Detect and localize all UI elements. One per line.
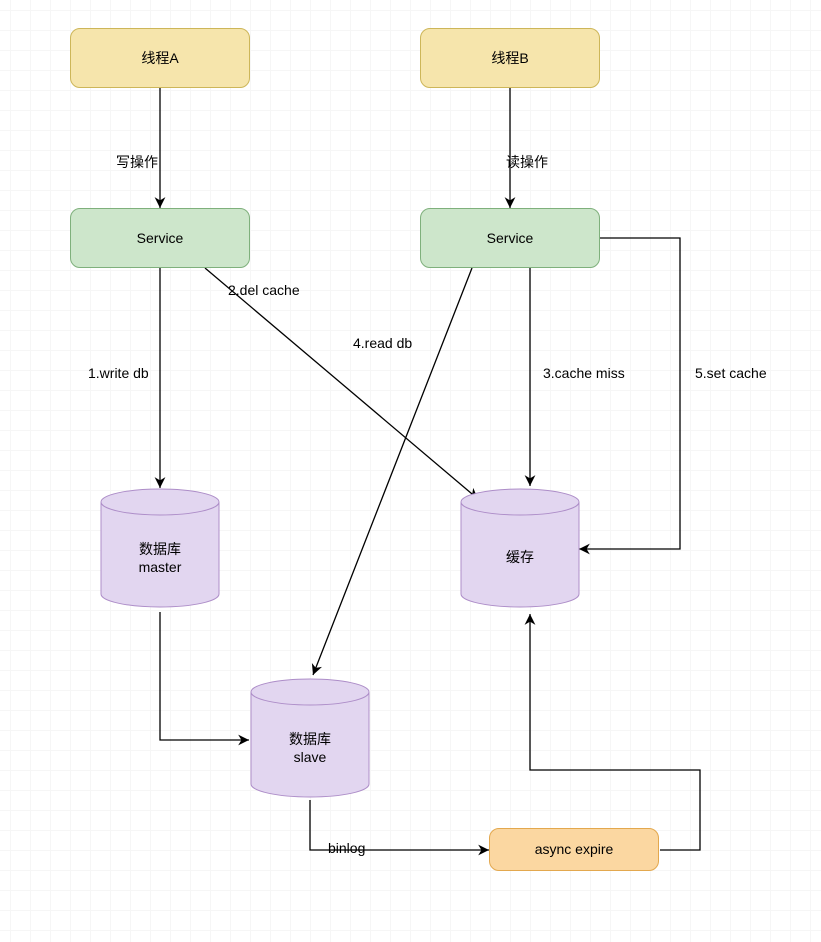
node-thread-b: 线程B [420,28,600,88]
edge-5-set-cache [579,238,680,549]
node-service-b: Service [420,208,600,268]
edge-2-del-cache [205,268,478,499]
node-cache: 缓存 [460,488,580,608]
edge-master-slave [160,612,249,740]
node-service-a-label: Service [137,229,184,247]
label-3-cache-miss: 3.cache miss [543,365,625,381]
label-read-op: 读操作 [506,152,548,172]
node-service-b-label: Service [487,229,534,247]
node-thread-a-label: 线程A [141,49,178,67]
label-5-set-cache: 5.set cache [695,365,767,381]
node-db-master: 数据库master [100,488,220,608]
node-db-slave: 数据库slave [250,678,370,798]
diagram-canvas: 线程A 线程B Service Service async expire 数据库… [0,0,821,942]
label-2-del-cache: 2.del cache [228,282,300,298]
edge-async-to-cache [530,614,700,850]
label-write-op: 写操作 [116,152,158,172]
node-async-expire: async expire [489,828,659,871]
node-service-a: Service [70,208,250,268]
node-thread-a: 线程A [70,28,250,88]
label-1-write-db: 1.write db [88,365,149,381]
label-binlog: binlog [328,840,365,856]
label-4-read-db: 4.read db [353,335,412,351]
edge-4-read-db [313,268,472,675]
node-thread-b-label: 线程B [491,49,528,67]
node-async-expire-label: async expire [535,840,614,858]
